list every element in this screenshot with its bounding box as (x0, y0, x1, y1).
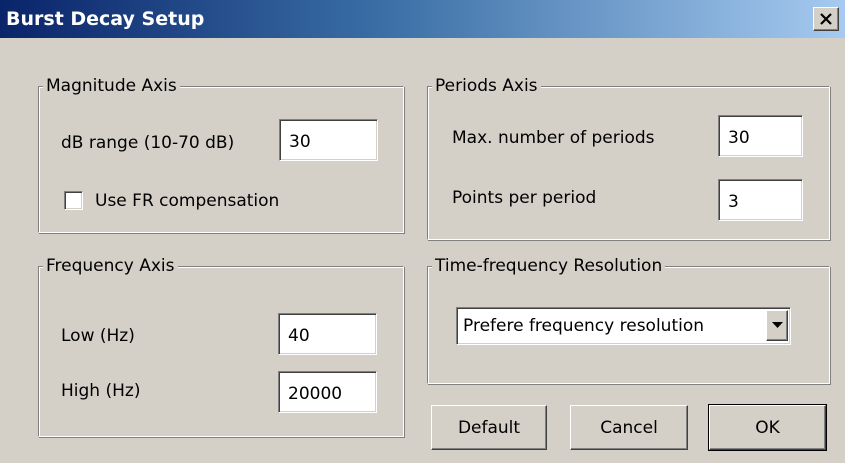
points-per-period-input[interactable] (718, 179, 803, 221)
magnitude-axis-group: Magnitude Axis dB range (10-70 dB) Use F… (38, 75, 404, 233)
burst-decay-setup-dialog: Burst Decay Setup Magnitude Axis dB rang… (0, 0, 845, 463)
periods-axis-label: Periods Axis (432, 75, 541, 97)
fr-compensation-label[interactable]: Use FR compensation (95, 190, 279, 212)
fr-compensation-checkbox[interactable] (64, 191, 83, 210)
close-icon (820, 13, 832, 25)
close-button[interactable] (813, 7, 839, 31)
high-hz-input[interactable] (278, 371, 377, 413)
points-per-period-label: Points per period (452, 188, 597, 208)
db-range-input[interactable] (279, 119, 378, 161)
low-hz-label: Low (Hz) (61, 326, 135, 346)
chevron-down-icon (772, 322, 783, 328)
time-frequency-resolution-group: Time-frequency Resolution Prefere freque… (427, 255, 830, 384)
high-hz-label: High (Hz) (61, 381, 141, 401)
cancel-button[interactable]: Cancel (570, 405, 688, 450)
max-periods-label: Max. number of periods (452, 128, 655, 148)
magnitude-axis-label: Magnitude Axis (43, 75, 180, 97)
low-hz-input[interactable] (278, 313, 377, 355)
titlebar[interactable]: Burst Decay Setup (0, 0, 845, 38)
ok-button[interactable]: OK (708, 404, 827, 451)
frequency-axis-group: Frequency Axis Low (Hz) High (Hz) (38, 255, 404, 437)
time-frequency-resolution-label: Time-frequency Resolution (432, 255, 666, 277)
resolution-dropdown[interactable]: Prefere frequency resolution (456, 307, 791, 345)
db-range-label: dB range (10-70 dB) (61, 133, 235, 153)
default-button[interactable]: Default (431, 405, 547, 450)
periods-axis-group: Periods Axis Max. number of periods Poin… (427, 75, 830, 240)
resolution-dropdown-value: Prefere frequency resolution (463, 316, 705, 336)
window-title: Burst Decay Setup (6, 8, 205, 30)
max-periods-input[interactable] (718, 115, 803, 157)
resolution-dropdown-arrow[interactable] (766, 310, 788, 341)
frequency-axis-label: Frequency Axis (43, 255, 178, 277)
